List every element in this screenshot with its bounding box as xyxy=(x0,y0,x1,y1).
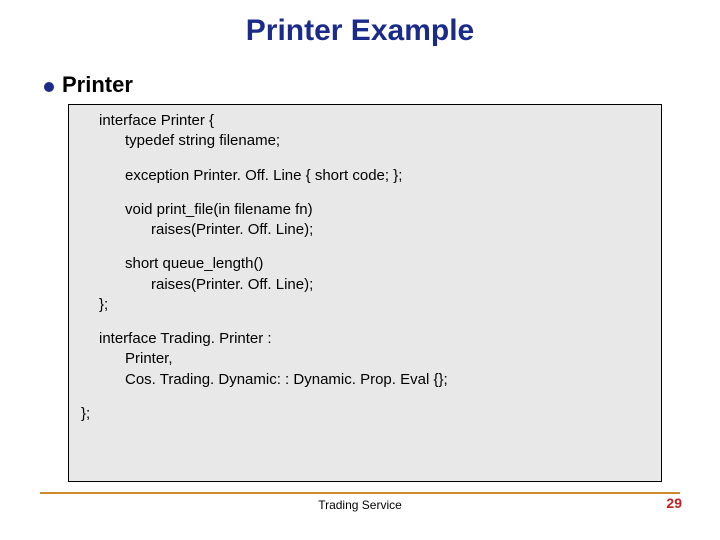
footer-text: Trading Service xyxy=(0,498,720,512)
code-line: Cos. Trading. Dynamic: : Dynamic. Prop. … xyxy=(81,370,649,390)
code-line: exception Printer. Off. Line { short cod… xyxy=(81,166,649,186)
code-line: }; xyxy=(81,404,649,424)
code-line: raises(Printer. Off. Line); xyxy=(81,220,649,240)
slide-title: Printer Example xyxy=(0,14,720,48)
code-line: typedef string filename; xyxy=(81,131,649,151)
slide: Printer Example Printer interface Printe… xyxy=(0,0,720,540)
code-line: raises(Printer. Off. Line); xyxy=(81,275,649,295)
code-line: short queue_length() xyxy=(81,254,649,274)
footer-divider xyxy=(40,492,680,494)
bullet-icon xyxy=(44,82,54,92)
slide-subtitle: Printer xyxy=(62,72,133,98)
code-line: interface Printer { xyxy=(81,111,649,131)
code-line: interface Trading. Printer : xyxy=(81,329,649,349)
page-number: 29 xyxy=(666,495,682,511)
code-block: interface Printer { typedef string filen… xyxy=(68,104,662,482)
code-line: }; xyxy=(81,295,649,315)
code-line: void print_file(in filename fn) xyxy=(81,200,649,220)
code-line: Printer, xyxy=(81,349,649,369)
